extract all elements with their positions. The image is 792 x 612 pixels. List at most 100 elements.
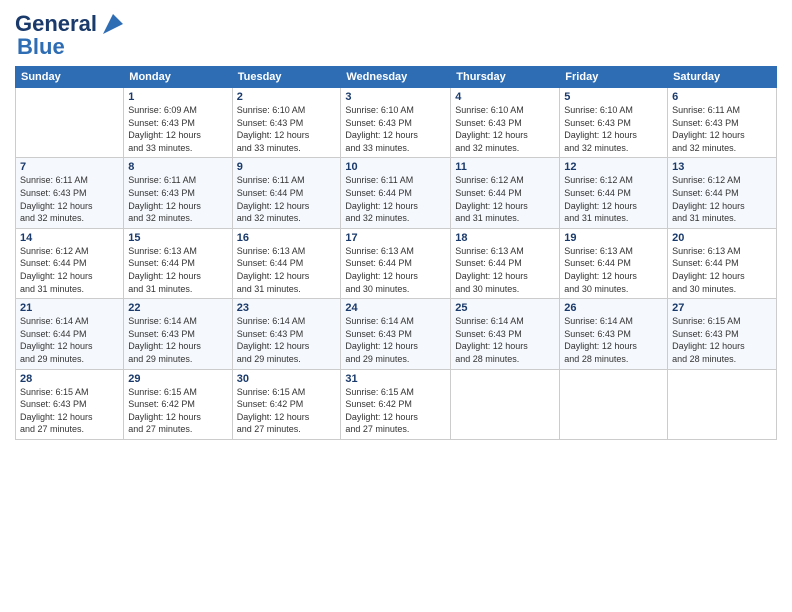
day-info: Sunrise: 6:13 AM Sunset: 6:44 PM Dayligh… — [564, 245, 663, 295]
calendar-week-1: 1Sunrise: 6:09 AM Sunset: 6:43 PM Daylig… — [16, 88, 777, 158]
day-info: Sunrise: 6:12 AM Sunset: 6:44 PM Dayligh… — [455, 174, 555, 224]
calendar-cell: 2Sunrise: 6:10 AM Sunset: 6:43 PM Daylig… — [232, 88, 341, 158]
calendar-cell: 18Sunrise: 6:13 AM Sunset: 6:44 PM Dayli… — [451, 228, 560, 298]
day-info: Sunrise: 6:11 AM Sunset: 6:43 PM Dayligh… — [672, 104, 772, 154]
calendar-cell — [16, 88, 124, 158]
calendar-cell: 24Sunrise: 6:14 AM Sunset: 6:43 PM Dayli… — [341, 299, 451, 369]
calendar-cell: 14Sunrise: 6:12 AM Sunset: 6:44 PM Dayli… — [16, 228, 124, 298]
calendar-cell: 11Sunrise: 6:12 AM Sunset: 6:44 PM Dayli… — [451, 158, 560, 228]
day-info: Sunrise: 6:14 AM Sunset: 6:44 PM Dayligh… — [20, 315, 119, 365]
day-number: 14 — [20, 232, 119, 244]
calendar-cell: 26Sunrise: 6:14 AM Sunset: 6:43 PM Dayli… — [560, 299, 668, 369]
day-info: Sunrise: 6:14 AM Sunset: 6:43 PM Dayligh… — [237, 315, 337, 365]
calendar-header-monday: Monday — [124, 67, 232, 88]
calendar-cell: 30Sunrise: 6:15 AM Sunset: 6:42 PM Dayli… — [232, 369, 341, 439]
day-number: 21 — [20, 302, 119, 314]
day-number: 29 — [128, 373, 227, 385]
calendar-week-5: 28Sunrise: 6:15 AM Sunset: 6:43 PM Dayli… — [16, 369, 777, 439]
calendar-header-saturday: Saturday — [668, 67, 777, 88]
day-number: 18 — [455, 232, 555, 244]
day-info: Sunrise: 6:11 AM Sunset: 6:43 PM Dayligh… — [128, 174, 227, 224]
calendar-cell: 23Sunrise: 6:14 AM Sunset: 6:43 PM Dayli… — [232, 299, 341, 369]
logo-icon — [99, 10, 127, 38]
day-number: 25 — [455, 302, 555, 314]
day-info: Sunrise: 6:15 AM Sunset: 6:42 PM Dayligh… — [237, 386, 337, 436]
day-number: 17 — [345, 232, 446, 244]
day-info: Sunrise: 6:12 AM Sunset: 6:44 PM Dayligh… — [564, 174, 663, 224]
calendar-week-4: 21Sunrise: 6:14 AM Sunset: 6:44 PM Dayli… — [16, 299, 777, 369]
calendar-cell: 1Sunrise: 6:09 AM Sunset: 6:43 PM Daylig… — [124, 88, 232, 158]
logo: General Blue — [15, 10, 127, 60]
calendar-cell: 19Sunrise: 6:13 AM Sunset: 6:44 PM Dayli… — [560, 228, 668, 298]
day-number: 27 — [672, 302, 772, 314]
calendar-cell: 3Sunrise: 6:10 AM Sunset: 6:43 PM Daylig… — [341, 88, 451, 158]
day-info: Sunrise: 6:13 AM Sunset: 6:44 PM Dayligh… — [345, 245, 446, 295]
page: General Blue SundayMondayTuesdayWednesda… — [0, 0, 792, 612]
calendar-header-thursday: Thursday — [451, 67, 560, 88]
day-number: 11 — [455, 161, 555, 173]
day-info: Sunrise: 6:14 AM Sunset: 6:43 PM Dayligh… — [455, 315, 555, 365]
day-info: Sunrise: 6:11 AM Sunset: 6:44 PM Dayligh… — [345, 174, 446, 224]
calendar-cell — [451, 369, 560, 439]
day-number: 23 — [237, 302, 337, 314]
day-number: 16 — [237, 232, 337, 244]
day-number: 2 — [237, 91, 337, 103]
calendar-cell: 10Sunrise: 6:11 AM Sunset: 6:44 PM Dayli… — [341, 158, 451, 228]
day-number: 12 — [564, 161, 663, 173]
calendar-cell: 9Sunrise: 6:11 AM Sunset: 6:44 PM Daylig… — [232, 158, 341, 228]
calendar-cell: 5Sunrise: 6:10 AM Sunset: 6:43 PM Daylig… — [560, 88, 668, 158]
calendar-cell: 29Sunrise: 6:15 AM Sunset: 6:42 PM Dayli… — [124, 369, 232, 439]
calendar-cell: 7Sunrise: 6:11 AM Sunset: 6:43 PM Daylig… — [16, 158, 124, 228]
day-info: Sunrise: 6:15 AM Sunset: 6:42 PM Dayligh… — [128, 386, 227, 436]
calendar-cell: 21Sunrise: 6:14 AM Sunset: 6:44 PM Dayli… — [16, 299, 124, 369]
day-number: 20 — [672, 232, 772, 244]
calendar-week-2: 7Sunrise: 6:11 AM Sunset: 6:43 PM Daylig… — [16, 158, 777, 228]
day-info: Sunrise: 6:15 AM Sunset: 6:42 PM Dayligh… — [345, 386, 446, 436]
calendar-header-tuesday: Tuesday — [232, 67, 341, 88]
day-info: Sunrise: 6:10 AM Sunset: 6:43 PM Dayligh… — [455, 104, 555, 154]
day-info: Sunrise: 6:10 AM Sunset: 6:43 PM Dayligh… — [237, 104, 337, 154]
day-number: 3 — [345, 91, 446, 103]
day-info: Sunrise: 6:13 AM Sunset: 6:44 PM Dayligh… — [128, 245, 227, 295]
calendar-header-row: SundayMondayTuesdayWednesdayThursdayFrid… — [16, 67, 777, 88]
calendar-cell — [560, 369, 668, 439]
day-info: Sunrise: 6:12 AM Sunset: 6:44 PM Dayligh… — [672, 174, 772, 224]
calendar-cell: 6Sunrise: 6:11 AM Sunset: 6:43 PM Daylig… — [668, 88, 777, 158]
header-area: General Blue — [15, 10, 777, 60]
day-info: Sunrise: 6:14 AM Sunset: 6:43 PM Dayligh… — [128, 315, 227, 365]
calendar-cell: 12Sunrise: 6:12 AM Sunset: 6:44 PM Dayli… — [560, 158, 668, 228]
calendar-header-sunday: Sunday — [16, 67, 124, 88]
day-number: 5 — [564, 91, 663, 103]
day-number: 1 — [128, 91, 227, 103]
calendar-header-friday: Friday — [560, 67, 668, 88]
calendar-cell: 20Sunrise: 6:13 AM Sunset: 6:44 PM Dayli… — [668, 228, 777, 298]
calendar-cell: 8Sunrise: 6:11 AM Sunset: 6:43 PM Daylig… — [124, 158, 232, 228]
day-number: 26 — [564, 302, 663, 314]
calendar-cell: 27Sunrise: 6:15 AM Sunset: 6:43 PM Dayli… — [668, 299, 777, 369]
day-info: Sunrise: 6:13 AM Sunset: 6:44 PM Dayligh… — [237, 245, 337, 295]
calendar-cell: 25Sunrise: 6:14 AM Sunset: 6:43 PM Dayli… — [451, 299, 560, 369]
day-number: 8 — [128, 161, 227, 173]
day-number: 28 — [20, 373, 119, 385]
day-number: 15 — [128, 232, 227, 244]
logo-blue: Blue — [17, 34, 65, 60]
calendar-header-wednesday: Wednesday — [341, 67, 451, 88]
calendar-cell: 4Sunrise: 6:10 AM Sunset: 6:43 PM Daylig… — [451, 88, 560, 158]
day-number: 24 — [345, 302, 446, 314]
calendar-cell: 31Sunrise: 6:15 AM Sunset: 6:42 PM Dayli… — [341, 369, 451, 439]
day-number: 7 — [20, 161, 119, 173]
calendar-cell: 16Sunrise: 6:13 AM Sunset: 6:44 PM Dayli… — [232, 228, 341, 298]
day-info: Sunrise: 6:12 AM Sunset: 6:44 PM Dayligh… — [20, 245, 119, 295]
day-info: Sunrise: 6:15 AM Sunset: 6:43 PM Dayligh… — [672, 315, 772, 365]
day-number: 13 — [672, 161, 772, 173]
calendar-body: 1Sunrise: 6:09 AM Sunset: 6:43 PM Daylig… — [16, 88, 777, 440]
day-info: Sunrise: 6:10 AM Sunset: 6:43 PM Dayligh… — [564, 104, 663, 154]
day-info: Sunrise: 6:15 AM Sunset: 6:43 PM Dayligh… — [20, 386, 119, 436]
day-number: 9 — [237, 161, 337, 173]
calendar-cell: 13Sunrise: 6:12 AM Sunset: 6:44 PM Dayli… — [668, 158, 777, 228]
day-number: 19 — [564, 232, 663, 244]
day-number: 22 — [128, 302, 227, 314]
day-number: 30 — [237, 373, 337, 385]
day-info: Sunrise: 6:14 AM Sunset: 6:43 PM Dayligh… — [564, 315, 663, 365]
day-info: Sunrise: 6:11 AM Sunset: 6:43 PM Dayligh… — [20, 174, 119, 224]
